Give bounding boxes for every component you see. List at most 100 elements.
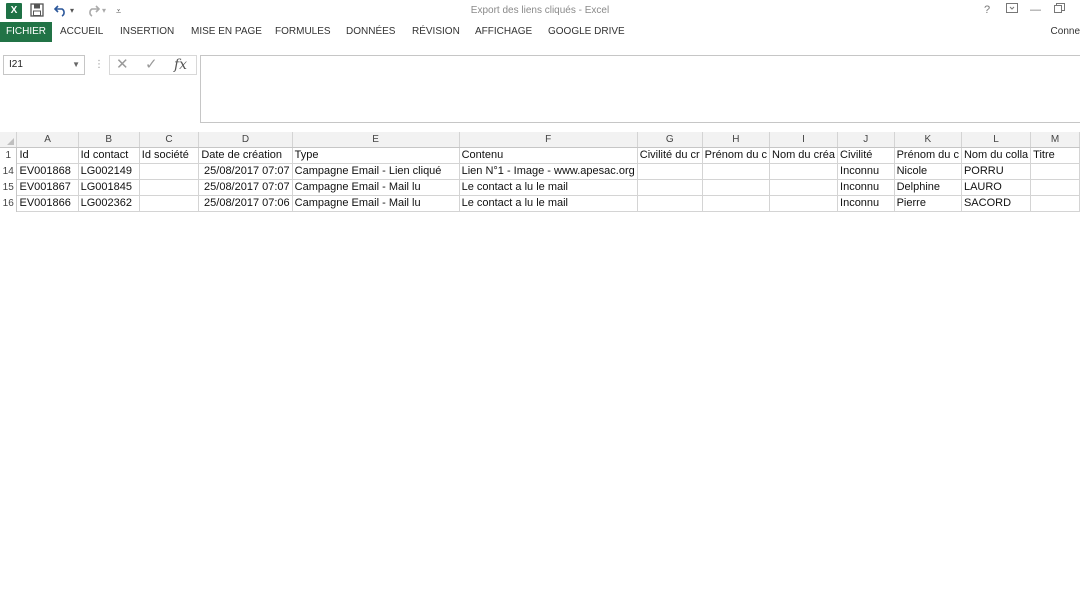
cell[interactable]: Id — [16, 147, 79, 164]
cell[interactable]: Id contact — [78, 147, 140, 164]
cell[interactable]: Date de création — [198, 147, 293, 164]
cell[interactable] — [702, 179, 771, 196]
cell[interactable] — [769, 163, 839, 180]
cell[interactable]: 25/08/2017 07:07 — [198, 179, 293, 196]
cell[interactable] — [1030, 195, 1080, 212]
cell[interactable]: Nom du colla — [961, 147, 1032, 164]
cell[interactable]: Le contact a lu le mail — [459, 195, 638, 212]
cell[interactable]: EV001866 — [16, 195, 79, 212]
cell[interactable] — [139, 179, 200, 196]
cell[interactable] — [139, 163, 200, 180]
tab-google-drive[interactable]: GOOGLE DRIVE — [544, 22, 629, 42]
tab-affichage[interactable]: AFFICHAGE — [471, 22, 536, 42]
minimize-icon[interactable]: — — [1030, 3, 1041, 17]
cell[interactable]: LG002149 — [78, 163, 140, 180]
cell[interactable]: Campagne Email - Mail lu — [292, 195, 460, 212]
title-bar: X ▾ ▾ ⩡ Export des liens cliqués - Excel… — [0, 0, 1080, 22]
tab-donnees[interactable]: DONNÉES — [342, 22, 399, 42]
column-header[interactable]: D — [198, 132, 293, 148]
cell[interactable]: LG001845 — [78, 179, 140, 196]
name-box[interactable]: I21 ▼ — [3, 55, 85, 75]
column-header[interactable]: J — [837, 132, 895, 148]
column-header[interactable]: E — [292, 132, 460, 148]
cell[interactable]: Pierre — [894, 195, 962, 212]
cell[interactable] — [637, 179, 703, 196]
cell[interactable]: SACORD — [961, 195, 1032, 212]
row-header[interactable]: 16 — [0, 195, 18, 212]
cell[interactable]: PORRU — [961, 163, 1032, 180]
cell[interactable]: Prénom du c — [894, 147, 962, 164]
table-row: 15 EV001867 LG001845 25/08/2017 07:07 Ca… — [0, 179, 1080, 196]
cell[interactable] — [702, 163, 771, 180]
formula-bar-area: I21 ▼ ⋮ ✕ ✓ fx — [0, 42, 1080, 130]
cell[interactable] — [637, 195, 703, 212]
column-header[interactable]: I — [769, 132, 839, 148]
column-header[interactable]: A — [16, 132, 79, 148]
column-header[interactable]: B — [78, 132, 140, 148]
cell[interactable] — [139, 195, 200, 212]
tab-mise-en-page[interactable]: MISE EN PAGE — [187, 22, 266, 42]
cell[interactable]: Type — [292, 147, 460, 164]
cell[interactable]: Civilité du cr — [637, 147, 703, 164]
cell[interactable] — [637, 163, 703, 180]
cell[interactable]: Prénom du c — [702, 147, 771, 164]
account-sign-in[interactable]: Conne — [1051, 22, 1080, 42]
restore-icon[interactable] — [1054, 3, 1065, 17]
cell[interactable]: Le contact a lu le mail — [459, 179, 638, 196]
window-title: Export des liens cliqués - Excel — [470, 5, 610, 16]
column-header[interactable]: G — [637, 132, 703, 148]
cell[interactable] — [1030, 179, 1080, 196]
formula-buttons: ✕ ✓ fx — [109, 55, 197, 75]
tab-formules[interactable]: FORMULES — [271, 22, 335, 42]
cell[interactable]: Id société — [139, 147, 200, 164]
cell[interactable]: Nicole — [894, 163, 962, 180]
cell[interactable]: Lien N°1 - Image - www.apesac.org — [459, 163, 638, 180]
column-header[interactable]: K — [894, 132, 962, 148]
cell[interactable]: Inconnu — [837, 195, 895, 212]
table-row: 16 EV001866 LG002362 25/08/2017 07:06 Ca… — [0, 195, 1080, 212]
cell[interactable]: Delphine — [894, 179, 962, 196]
column-header[interactable]: F — [459, 132, 638, 148]
cell[interactable]: Nom du créa — [769, 147, 839, 164]
row-header[interactable]: 14 — [0, 163, 18, 180]
tab-insertion[interactable]: INSERTION — [116, 22, 178, 42]
name-box-value: I21 — [9, 59, 23, 70]
cell[interactable]: Inconnu — [837, 163, 895, 180]
cell[interactable]: Contenu — [459, 147, 638, 164]
cell[interactable]: EV001868 — [16, 163, 79, 180]
cell[interactable] — [769, 179, 839, 196]
enter-check-icon[interactable]: ✓ — [145, 56, 158, 74]
tab-fichier[interactable]: FICHIER — [0, 22, 52, 42]
insert-function-icon[interactable]: fx — [174, 56, 187, 74]
chevron-down-icon[interactable]: ▼ — [72, 56, 80, 74]
row-header[interactable]: 1 — [0, 147, 18, 164]
column-header[interactable]: H — [702, 132, 771, 148]
column-header[interactable]: M — [1030, 132, 1080, 148]
table-row: 14 EV001868 LG002149 25/08/2017 07:07 Ca… — [0, 163, 1080, 180]
cancel-icon[interactable]: ✕ — [116, 56, 129, 74]
tab-revision[interactable]: RÉVISION — [408, 22, 464, 42]
ribbon-tabs: FICHIER ACCUEIL INSERTION MISE EN PAGE F… — [0, 22, 1080, 42]
cell[interactable]: Inconnu — [837, 179, 895, 196]
cell[interactable]: EV001867 — [16, 179, 79, 196]
row-header[interactable]: 15 — [0, 179, 18, 196]
cell[interactable] — [702, 195, 771, 212]
formula-bar-grip-icon[interactable]: ⋮ — [94, 57, 104, 73]
cell[interactable]: Campagne Email - Lien cliqué — [292, 163, 460, 180]
help-icon[interactable]: ? — [984, 3, 990, 17]
ribbon-display-icon[interactable] — [1006, 3, 1018, 17]
cell[interactable]: Civilité — [837, 147, 895, 164]
column-header[interactable]: L — [961, 132, 1032, 148]
cell[interactable] — [769, 195, 839, 212]
tab-accueil[interactable]: ACCUEIL — [56, 22, 107, 42]
select-all-corner[interactable] — [0, 132, 18, 148]
cell[interactable]: Titre — [1030, 147, 1080, 164]
formula-input[interactable] — [200, 55, 1080, 123]
cell[interactable] — [1030, 163, 1080, 180]
cell[interactable]: LAURO — [961, 179, 1032, 196]
cell[interactable]: Campagne Email - Mail lu — [292, 179, 460, 196]
cell[interactable]: 25/08/2017 07:06 — [198, 195, 293, 212]
column-header[interactable]: C — [139, 132, 200, 148]
cell[interactable]: LG002362 — [78, 195, 140, 212]
cell[interactable]: 25/08/2017 07:07 — [198, 163, 293, 180]
